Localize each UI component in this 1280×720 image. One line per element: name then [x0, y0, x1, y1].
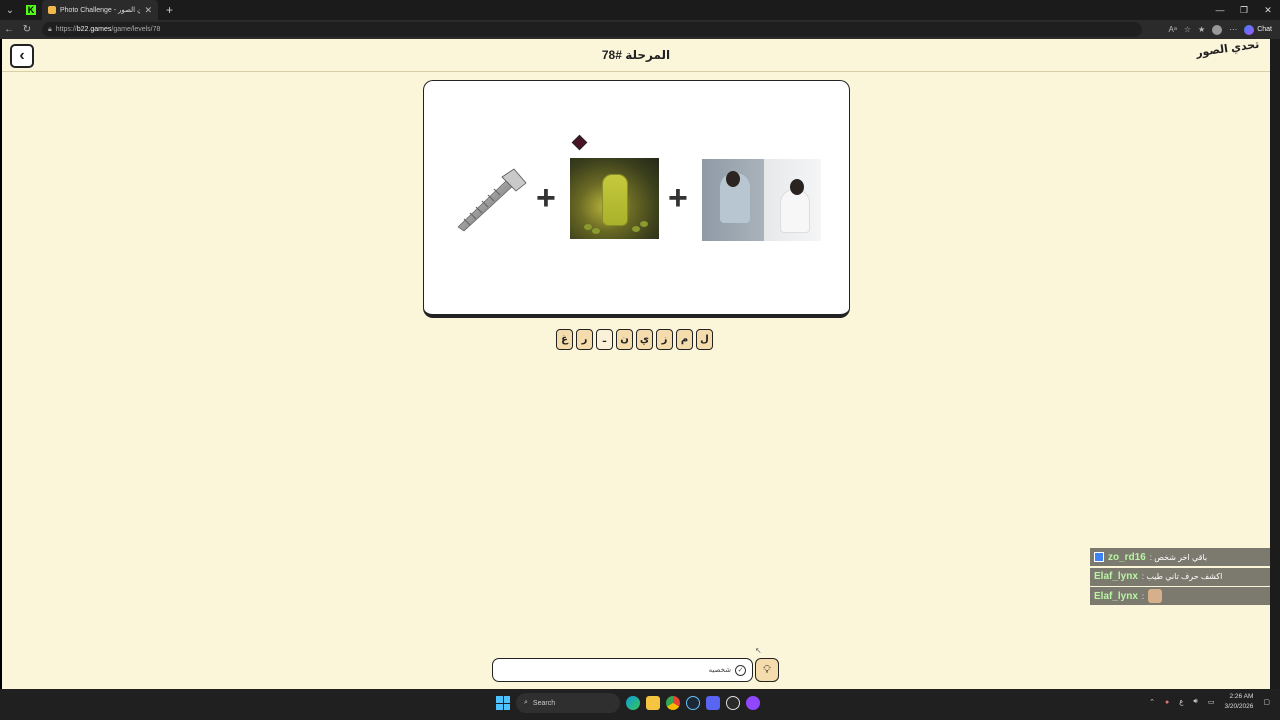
site-favicon-icon	[48, 6, 56, 14]
close-window-icon[interactable]: ✕	[1256, 0, 1280, 20]
microphone-icon[interactable]: ●	[1165, 699, 1169, 706]
olive	[584, 224, 592, 230]
letter-tile-blank[interactable]: ـ	[596, 329, 613, 350]
letter-tile[interactable]: ل	[696, 329, 713, 350]
user-badge-icon	[1094, 552, 1104, 562]
olive-oil-image	[570, 158, 659, 239]
olive	[632, 226, 640, 232]
refresh-icon[interactable]: ↻	[18, 24, 36, 35]
twitch-icon[interactable]	[746, 696, 760, 710]
browser-toolbar: Aᵃ ☆ ★ ⋯ Chat	[1169, 20, 1272, 39]
scrollbar[interactable]	[1270, 39, 1280, 689]
new-tab-icon[interactable]: +	[166, 3, 173, 17]
olive	[592, 228, 600, 234]
clock-time: 2:26 AM	[1229, 693, 1254, 700]
olive	[640, 221, 648, 227]
minimize-icon[interactable]: —	[1208, 0, 1232, 20]
hint-gem-icon[interactable]	[571, 134, 588, 151]
person-right	[780, 189, 810, 233]
level-title: المرحلة #78	[601, 48, 671, 62]
chat-username: zo_rd16	[1108, 551, 1146, 563]
notifications-icon[interactable]: ▢	[1263, 698, 1270, 706]
chat-emote-icon	[1148, 589, 1163, 603]
tab-actions-chevron-icon[interactable]: ⌄	[0, 0, 20, 20]
clock[interactable]: 2:26 AM 3/20/2026	[1224, 692, 1253, 712]
restore-icon[interactable]: ❐	[1232, 0, 1256, 20]
url-text: https://b22.games/game/levels/78	[56, 26, 161, 33]
coworkers-high-five-image	[702, 159, 821, 241]
tray-overflow-icon[interactable]: ⌃	[1149, 698, 1155, 706]
puzzle-card: + +	[423, 80, 850, 318]
game-page: ‹ المرحلة #78 تحدي الصور + + ل م ز ي ن ـ…	[2, 39, 1270, 689]
kick-tab-icon[interactable]: K	[20, 0, 42, 20]
oil-bottle	[602, 174, 628, 226]
url-path: /game/levels/78	[111, 26, 161, 33]
clock-date: 3/20/2026	[1224, 703, 1254, 710]
chat-text: : اكشف حرف تاني طيب	[1141, 572, 1223, 581]
windows-start-icon[interactable]	[496, 696, 510, 710]
steam-icon[interactable]	[686, 696, 700, 710]
network-icon[interactable]: ▭	[1208, 698, 1215, 706]
answer-text: شخصيه	[708, 667, 731, 674]
read-aloud-icon[interactable]: Aᵃ	[1169, 25, 1177, 34]
mouse-cursor-icon: ↖	[755, 646, 762, 655]
profile-avatar[interactable]	[1212, 24, 1223, 35]
taskbar-search[interactable]: ⌕ Search	[516, 693, 620, 713]
lightbulb-icon: 💡︎	[763, 663, 771, 676]
back-nav-icon[interactable]: ←	[0, 24, 18, 35]
plus-sign-2: +	[668, 179, 688, 217]
search-icon: ⌕	[524, 699, 528, 706]
chat-text: : باقي اخر شخص	[1149, 552, 1208, 562]
taskbar-apps: ⌕ Search	[496, 693, 760, 713]
letter-tile[interactable]: ر	[576, 329, 593, 350]
letter-tile[interactable]: م	[676, 329, 693, 350]
favorites-icon[interactable]: ★	[1198, 25, 1205, 34]
speaker-icon[interactable]: 🔊︎	[1193, 698, 1197, 706]
file-explorer-icon[interactable]	[646, 696, 660, 710]
person-left-head	[726, 171, 740, 187]
lock-icon: 🔒︎	[48, 25, 52, 33]
chat-message: zo_rd16 : باقي اخر شخص	[1090, 548, 1270, 566]
tab-title: Photo Challenge - تحدي الصور	[60, 7, 141, 14]
input-language[interactable]: ع	[1179, 698, 1183, 706]
more-menu-icon[interactable]: ⋯	[1229, 25, 1237, 34]
browser-tab-strip: ⌄ K Photo Challenge - تحدي الصور ✕ + — ❐…	[0, 0, 1280, 20]
copilot-icon	[1244, 24, 1255, 35]
favorite-star-icon[interactable]: ☆	[1184, 25, 1191, 34]
system-tray: ⌃ ● ع 🔊︎ ▭ 2:26 AM 3/20/2026 ▢	[1149, 692, 1270, 712]
discord-icon[interactable]	[706, 696, 720, 710]
chat-text: :	[1141, 591, 1145, 601]
answer-input[interactable]: شخصيه ✓	[492, 658, 753, 682]
person-right-head	[790, 179, 804, 195]
chat-label: Chat	[1257, 26, 1272, 33]
search-label: Search	[532, 699, 556, 707]
url-field[interactable]: 🔒︎ https://b22.games/game/levels/78	[42, 22, 1142, 37]
window-controls: — ❐ ✕	[1208, 0, 1280, 20]
chat-username: Elaf_lynx	[1094, 571, 1138, 582]
copilot-chat-button[interactable]: Chat	[1244, 24, 1272, 35]
stream-chat-overlay: zo_rd16 : باقي اخر شخص Elaf_lynx : اكشف …	[1090, 548, 1270, 607]
chat-username: Elaf_lynx	[1094, 590, 1138, 602]
letter-tile[interactable]: ز	[656, 329, 673, 350]
chat-message: Elaf_lynx :	[1090, 587, 1270, 605]
answer-letter-tiles: ل م ز ي ن ـ ر غ	[556, 329, 713, 350]
plus-sign-1: +	[536, 179, 556, 217]
obs-icon[interactable]	[726, 696, 740, 710]
windows-taskbar: ⌕ Search ⌃ ● ع 🔊︎ ▭ 2:26 AM 3/20/2026 ▢	[0, 689, 1280, 720]
address-bar-row: ← ↻ 🔒︎ https://b22.games/game/levels/78 …	[0, 20, 1280, 39]
chat-message: Elaf_lynx : اكشف حرف تاني طيب	[1090, 567, 1270, 586]
letter-tile[interactable]: غ	[556, 329, 573, 350]
chrome-icon[interactable]	[666, 696, 680, 710]
letter-tile[interactable]: ن	[616, 329, 633, 350]
close-tab-icon[interactable]: ✕	[144, 5, 152, 16]
level-header: ‹ المرحلة #78 تحدي الصور	[2, 39, 1270, 72]
url-scheme: https://	[55, 26, 77, 33]
screw-image	[457, 168, 527, 232]
edge-browser-icon[interactable]	[626, 696, 640, 710]
hint-lightbulb-button[interactable]: 💡︎	[755, 658, 779, 682]
letter-tile[interactable]: ي	[636, 329, 653, 350]
url-domain: b22.games	[76, 26, 112, 33]
submit-check-icon[interactable]: ✓	[735, 664, 746, 676]
tab-photo-challenge[interactable]: Photo Challenge - تحدي الصور ✕	[42, 0, 158, 20]
